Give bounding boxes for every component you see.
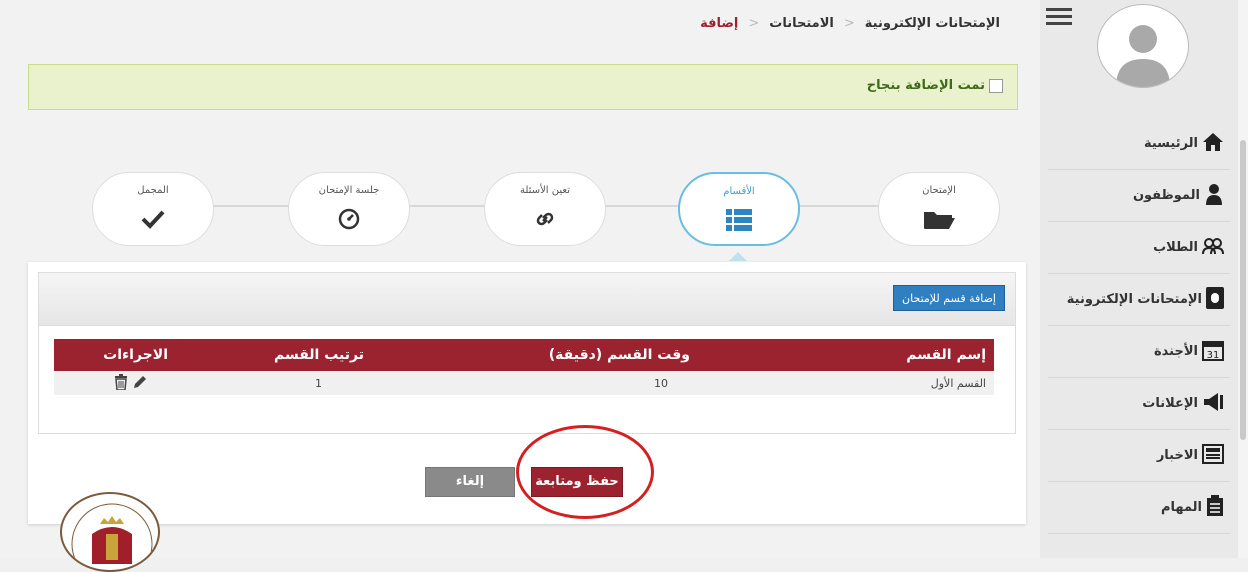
cell-actions (54, 371, 176, 395)
menu-toggle-icon[interactable] (1046, 8, 1072, 28)
step-exam[interactable]: الإمتحان (878, 172, 1000, 246)
sidebar-item-label: الرئيسية (1143, 136, 1198, 151)
list-icon (680, 208, 798, 232)
step-label: الأقسام (723, 186, 755, 197)
sidebar-item-employees[interactable]: الموظفون (1048, 170, 1230, 222)
image-icon (989, 78, 1003, 93)
breadcrumb-separator: < (748, 16, 760, 31)
step-label: المجمل (137, 185, 169, 196)
sidebar-item-label: الموظفون (1132, 188, 1200, 203)
dashboard-icon (289, 207, 409, 231)
cell-section-time: 10 (372, 371, 698, 395)
sidebar-item-students[interactable]: الطلاب (1048, 222, 1230, 274)
tasks-icon (1206, 494, 1224, 521)
step-questions[interactable]: تعين الأسئلة (484, 172, 606, 246)
trash-icon[interactable] (114, 373, 128, 393)
breadcrumb-item-add: إضافة (700, 16, 739, 31)
sidebar-item-label: الأجندة (1154, 344, 1198, 359)
column-header-time: وقت القسم (دقيقة) (372, 339, 698, 371)
news-icon (1202, 443, 1224, 468)
step-sections[interactable]: الأقسام (678, 172, 800, 246)
link-icon (485, 207, 605, 231)
students-icon (1202, 237, 1224, 259)
sidebar-item-announcements[interactable]: الإعلانات (1048, 378, 1230, 430)
column-header-actions: الاجراءات (54, 339, 176, 371)
user-icon (1204, 183, 1224, 209)
breadcrumb-item-eexams[interactable]: الإمتحانات الإلكترونية (865, 16, 1000, 31)
column-header-name: إسم القسم (698, 339, 994, 371)
breadcrumb: الإمتحانات الإلكترونية < الامتحانات < إض… (700, 16, 1000, 31)
table-header-row: إسم القسم وقت القسم (دقيقة) ترتيب القسم … (54, 339, 994, 371)
sidebar-item-label: الإعلانات (1142, 396, 1198, 411)
edit-icon[interactable] (132, 374, 148, 393)
step-label: الإمتحان (922, 185, 956, 196)
breadcrumb-separator: < (843, 16, 855, 31)
scrollbar-thumb[interactable] (1240, 140, 1246, 440)
sidebar-item-agenda[interactable]: الأجندة 31 (1048, 326, 1230, 378)
cell-section-name: القسم الأول (698, 371, 994, 395)
table-row: القسم الأول 10 1 (54, 371, 994, 395)
home-icon (1202, 132, 1224, 156)
megaphone-icon (1202, 392, 1224, 416)
step-summary[interactable]: المجمل (92, 172, 214, 246)
check-icon (93, 207, 213, 231)
sidebar-item-label: الاخبار (1156, 448, 1198, 463)
breadcrumb-item-exams[interactable]: الامتحانات (769, 16, 834, 31)
success-alert: تمت الإضافة بنجاح (28, 64, 1018, 110)
sidebar-item-eexams[interactable]: الإمتحانات الإلكترونية (1048, 274, 1230, 326)
highlight-circle-annotation (516, 425, 654, 519)
add-section-button[interactable]: إضافة قسم للإمتحان (893, 285, 1005, 311)
alert-message: تمت الإضافة بنجاح (866, 78, 985, 93)
cancel-button[interactable]: إلغاء (425, 467, 515, 497)
sections-table: إسم القسم وقت القسم (دقيقة) ترتيب القسم … (54, 339, 994, 395)
active-step-indicator (729, 252, 747, 261)
step-label: جلسة الإمتحان (318, 185, 380, 196)
sections-box: إضافة قسم للإمتحان إسم القسم وقت القسم (… (38, 272, 1016, 434)
kingdom-seal-logo (60, 492, 160, 572)
step-label: تعين الأسئلة (520, 185, 570, 196)
step-session[interactable]: جلسة الإمتحان (288, 172, 410, 246)
column-header-order: ترتيب القسم (176, 339, 372, 371)
exam-icon (1206, 286, 1224, 313)
avatar[interactable] (1097, 4, 1189, 88)
folder-open-icon (879, 207, 999, 231)
svg-text:31: 31 (1207, 350, 1220, 361)
calendar-icon: 31 (1202, 339, 1224, 365)
cell-section-order: 1 (176, 371, 372, 395)
panel-header: إضافة قسم للإمتحان (39, 273, 1015, 326)
sidebar-item-label: الإمتحانات الإلكترونية (1066, 292, 1202, 307)
sidebar-item-label: الطلاب (1153, 240, 1198, 255)
alert-content: تمت الإضافة بنجاح (867, 78, 1003, 93)
sidebar-item-news[interactable]: الاخبار (1048, 430, 1230, 482)
sidebar-item-home[interactable]: الرئيسية (1048, 118, 1230, 170)
sidebar-item-tasks[interactable]: المهام (1048, 482, 1230, 534)
sidebar-item-label: المهام (1160, 500, 1202, 515)
